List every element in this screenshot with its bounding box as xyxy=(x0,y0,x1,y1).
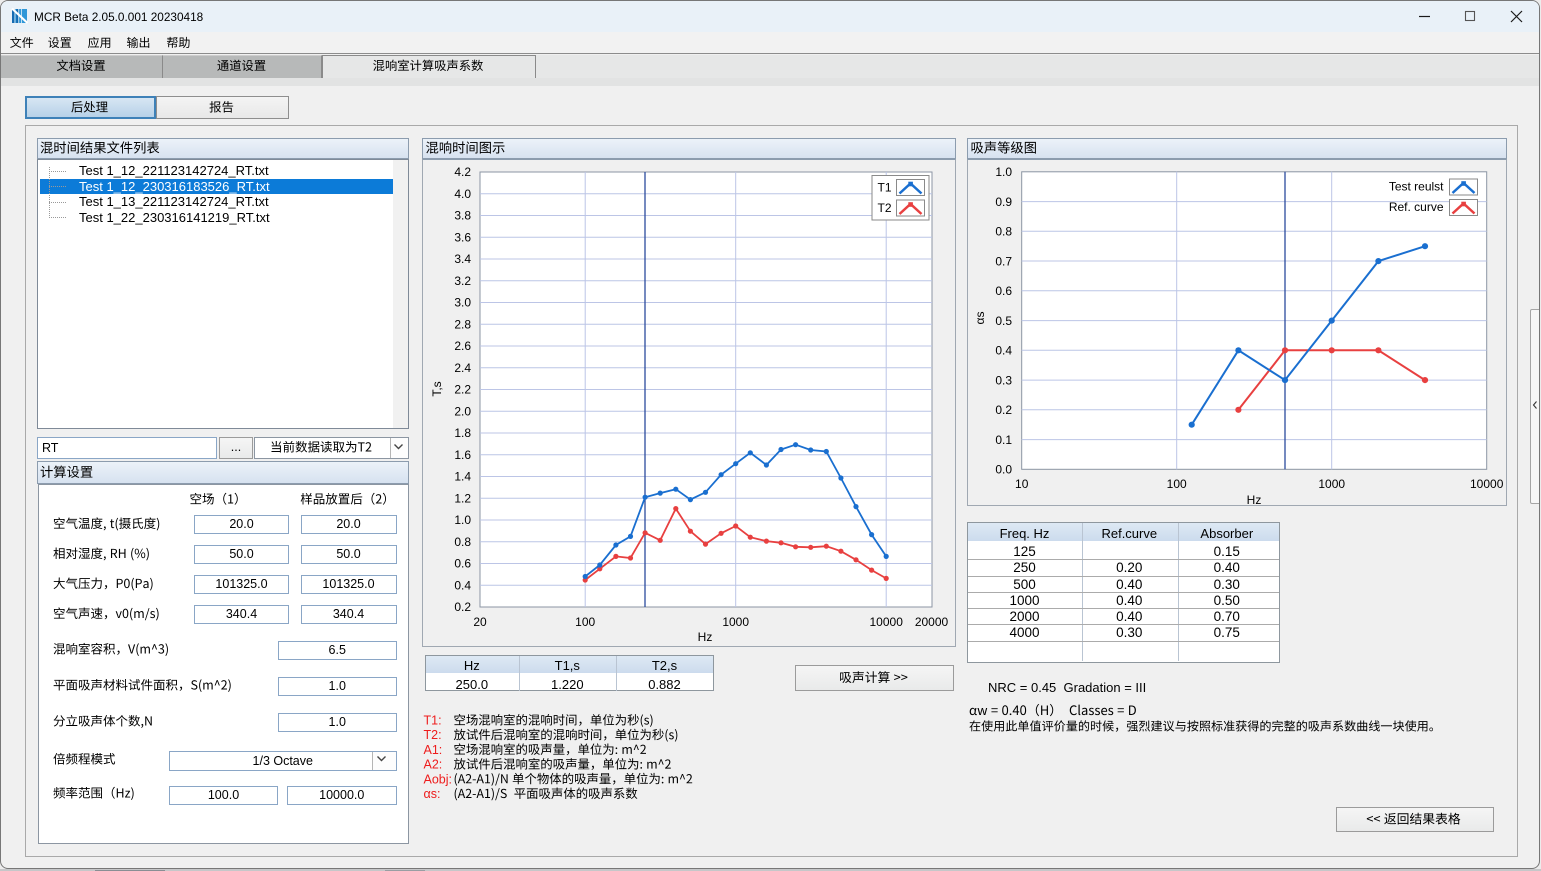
svg-text:20: 20 xyxy=(473,615,487,629)
svg-text:3.2: 3.2 xyxy=(454,274,471,288)
svg-text:0.8: 0.8 xyxy=(995,225,1012,239)
svg-text:10000: 10000 xyxy=(1470,477,1504,491)
svg-text:0.9: 0.9 xyxy=(995,195,1012,209)
svg-text:Aobj:: Aobj: xyxy=(424,772,453,786)
svg-text:3.4: 3.4 xyxy=(454,252,471,266)
svg-text:4.2: 4.2 xyxy=(454,165,471,179)
svg-text:2.8: 2.8 xyxy=(454,317,471,331)
svg-text:T2:: T2: xyxy=(424,728,442,742)
svg-text:20000: 20000 xyxy=(915,615,949,629)
svg-text:0.1: 0.1 xyxy=(995,433,1012,447)
svg-text:0.6: 0.6 xyxy=(454,557,471,571)
svg-text:0.2: 0.2 xyxy=(995,403,1012,417)
svg-text:0.5: 0.5 xyxy=(995,314,1012,328)
svg-text:2.0: 2.0 xyxy=(454,404,471,418)
svg-text:1.8: 1.8 xyxy=(454,426,471,440)
svg-text:0.7: 0.7 xyxy=(995,254,1012,268)
svg-text:Ref. curve: Ref. curve xyxy=(1389,200,1444,214)
svg-text:1.6: 1.6 xyxy=(454,448,471,462)
svg-text:0.0: 0.0 xyxy=(995,463,1012,477)
svg-text:T2: T2 xyxy=(878,201,892,215)
svg-text:0.8: 0.8 xyxy=(454,535,471,549)
svg-text:1000: 1000 xyxy=(1318,477,1345,491)
svg-text:1.0: 1.0 xyxy=(454,513,471,527)
svg-text:Hz: Hz xyxy=(698,630,713,644)
svg-text:Hz: Hz xyxy=(1247,493,1262,507)
svg-text:4.0: 4.0 xyxy=(454,187,471,201)
svg-text:0.2: 0.2 xyxy=(454,600,471,614)
svg-text:A1:: A1: xyxy=(424,743,443,757)
svg-text:1.2: 1.2 xyxy=(454,491,471,505)
svg-text:2.2: 2.2 xyxy=(454,383,471,397)
svg-text:3.0: 3.0 xyxy=(454,296,471,310)
svg-text:1.4: 1.4 xyxy=(454,470,471,484)
svg-text:T,s: T,s xyxy=(430,381,444,396)
svg-text:αs: αs xyxy=(973,312,987,325)
svg-text:3.8: 3.8 xyxy=(454,209,471,223)
svg-text:αs:: αs: xyxy=(424,787,441,801)
svg-text:2.6: 2.6 xyxy=(454,339,471,353)
svg-text:10: 10 xyxy=(1015,477,1029,491)
svg-text:T1: T1 xyxy=(878,181,892,195)
svg-text:0.6: 0.6 xyxy=(995,284,1012,298)
svg-text:T1:: T1: xyxy=(424,714,442,728)
svg-text:1.0: 1.0 xyxy=(995,165,1012,179)
svg-text:1000: 1000 xyxy=(722,615,749,629)
svg-text:100: 100 xyxy=(575,615,595,629)
svg-text:0.4: 0.4 xyxy=(454,578,471,592)
svg-text:A2:: A2: xyxy=(424,758,443,772)
svg-text:10000: 10000 xyxy=(870,615,904,629)
svg-text:Test reulst: Test reulst xyxy=(1389,180,1444,194)
svg-text:0.4: 0.4 xyxy=(995,344,1012,358)
svg-text:100: 100 xyxy=(1167,477,1187,491)
svg-text:3.6: 3.6 xyxy=(454,230,471,244)
svg-text:2.4: 2.4 xyxy=(454,361,471,375)
svg-text:0.3: 0.3 xyxy=(995,373,1012,387)
